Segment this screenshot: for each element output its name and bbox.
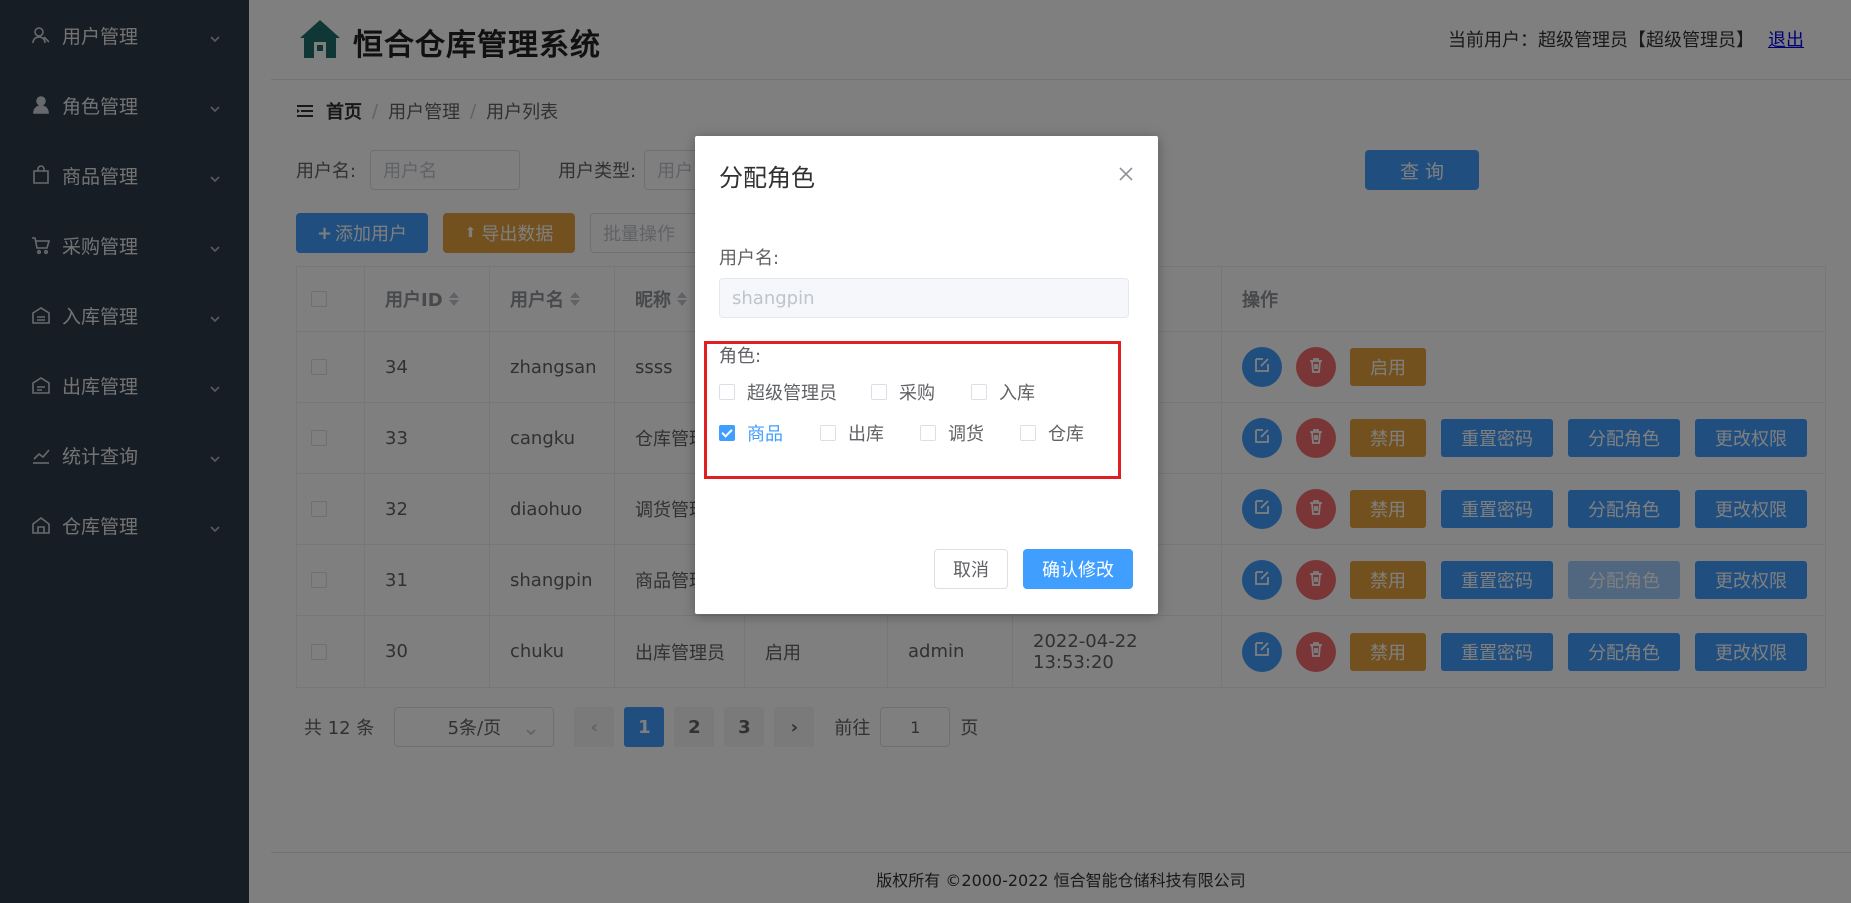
confirm-label: 确认修改 (1042, 560, 1114, 581)
role-label: 调货 (948, 424, 984, 445)
role-checkbox[interactable]: 超级管理员 (719, 379, 837, 405)
checkbox-box[interactable] (1020, 425, 1036, 441)
assign-role-dialog: 分配角色 用户名: shangpin 角色: 超级管理员 采购 入库商品 出库 调货 仓库… (695, 136, 1158, 614)
cancel-label: 取消 (953, 560, 989, 581)
confirm-button[interactable]: 确认修改 (1023, 549, 1133, 589)
role-checkbox[interactable]: 商品 (719, 420, 783, 446)
dialog-title: 分配角色 (719, 164, 815, 192)
cancel-button[interactable]: 取消 (934, 549, 1008, 589)
role-label: 采购 (899, 383, 935, 404)
role-label: 入库 (999, 383, 1035, 404)
close-icon[interactable] (1118, 166, 1134, 182)
role-checkbox[interactable]: 入库 (971, 379, 1035, 405)
checkbox-box[interactable] (719, 425, 735, 441)
dialog-username-value: shangpin (732, 287, 815, 309)
role-selection-highlight (704, 341, 1121, 479)
dialog-roles-label: 角色: (719, 346, 762, 367)
checkbox-box[interactable] (719, 384, 735, 400)
checkbox-box[interactable] (971, 384, 987, 400)
role-checkbox[interactable]: 采购 (871, 379, 935, 405)
checkbox-box[interactable] (920, 425, 936, 441)
role-label: 超级管理员 (747, 383, 837, 404)
dialog-username-field: shangpin (719, 278, 1129, 318)
role-label: 仓库 (1048, 424, 1084, 445)
role-checkbox[interactable]: 调货 (920, 420, 984, 446)
checkbox-box[interactable] (820, 425, 836, 441)
checkbox-box[interactable] (871, 384, 887, 400)
role-checkbox[interactable]: 仓库 (1020, 420, 1084, 446)
dialog-username-label: 用户名: (719, 248, 780, 269)
role-label: 出库 (848, 424, 884, 445)
role-label: 商品 (747, 424, 783, 445)
role-checkbox[interactable]: 出库 (820, 420, 884, 446)
